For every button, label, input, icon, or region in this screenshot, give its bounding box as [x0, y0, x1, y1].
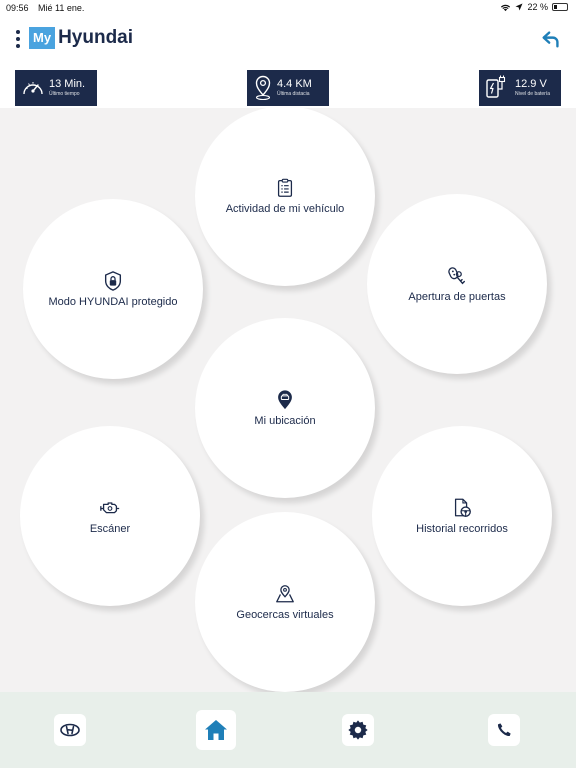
- gear-icon: [348, 720, 368, 740]
- location-arrow-icon: [515, 3, 523, 11]
- engine-scanner-icon: [100, 502, 120, 514]
- bottom-nav: [0, 692, 576, 768]
- stat-last-time: 13 Min. Último tiempo: [15, 70, 97, 106]
- nav-settings-button[interactable]: [342, 714, 374, 746]
- feature-vehicle-activity[interactable]: Actividad de mi vehículo: [195, 106, 375, 286]
- route-history-icon: [454, 498, 471, 517]
- car-location-icon: [278, 390, 292, 410]
- stat-value: 12.9 V: [515, 78, 547, 90]
- feature-geofences[interactable]: Geocercas virtuales: [195, 512, 375, 692]
- back-arrow-icon[interactable]: [540, 28, 562, 50]
- feature-route-history[interactable]: Historial recorridos: [372, 426, 552, 606]
- stat-label: Nivel de batería: [515, 91, 551, 97]
- feature-label: Apertura de puertas: [408, 291, 506, 303]
- stats-band: 13 Min. Último tiempo 4.4 KM Última dist…: [0, 68, 576, 108]
- feature-label: Geocercas virtuales: [236, 609, 334, 621]
- home-icon: [205, 720, 227, 740]
- feature-protected-mode[interactable]: Modo HYUNDAI protegido: [23, 199, 203, 379]
- battery-percent: 22 %: [527, 2, 548, 12]
- stat-value: 13 Min.: [49, 78, 86, 90]
- wifi-icon: [501, 4, 511, 11]
- feature-door-opening[interactable]: Apertura de puertas: [367, 194, 547, 374]
- stat-value: 4.4 KM: [277, 78, 312, 90]
- nav-hyundai-button[interactable]: [54, 714, 86, 746]
- nav-phone-button[interactable]: [488, 714, 520, 746]
- status-indicators: 22 %: [500, 2, 568, 12]
- status-time: 09:56: [6, 3, 29, 13]
- stat-label: Última distacia: [277, 91, 310, 97]
- nav-home-button[interactable]: [196, 710, 236, 750]
- hyundai-logo-icon: [60, 723, 80, 737]
- battery-icon: [552, 3, 568, 11]
- geofence-map-icon: [276, 585, 294, 603]
- status-date: Mié 11 ene.: [38, 3, 85, 13]
- stat-last-distance: 4.4 KM Última distacia: [247, 70, 329, 106]
- stat-battery-level: 12.9 V Nivel de batería: [479, 70, 561, 106]
- map-pin-icon: [255, 75, 271, 101]
- more-vertical-icon[interactable]: [14, 30, 22, 50]
- phone-icon: [497, 723, 511, 737]
- status-bar: 09:56 Mié 11 ene. 22 %: [0, 0, 576, 16]
- battery-plug-icon: [486, 75, 506, 98]
- app-logo: My Hyundai: [29, 27, 133, 49]
- feature-scanner[interactable]: Escáner: [20, 426, 200, 606]
- stat-label: Último tiempo: [49, 91, 80, 97]
- feature-label: Modo HYUNDAI protegido: [48, 296, 178, 308]
- feature-label: Actividad de mi vehículo: [225, 203, 345, 215]
- clipboard-list-icon: [277, 178, 293, 197]
- feature-label: Historial recorridos: [416, 523, 508, 535]
- app-header: My Hyundai: [0, 16, 576, 68]
- feature-my-location[interactable]: Mi ubicación: [195, 318, 375, 498]
- car-keys-icon: [448, 267, 466, 285]
- speedometer-icon: [23, 82, 43, 95]
- feature-label: Mi ubicación: [254, 415, 316, 427]
- logo-brand: Hyundai: [58, 27, 134, 48]
- feature-label: Escáner: [89, 523, 131, 535]
- shield-lock-icon: [104, 271, 122, 291]
- logo-my: My: [29, 27, 56, 49]
